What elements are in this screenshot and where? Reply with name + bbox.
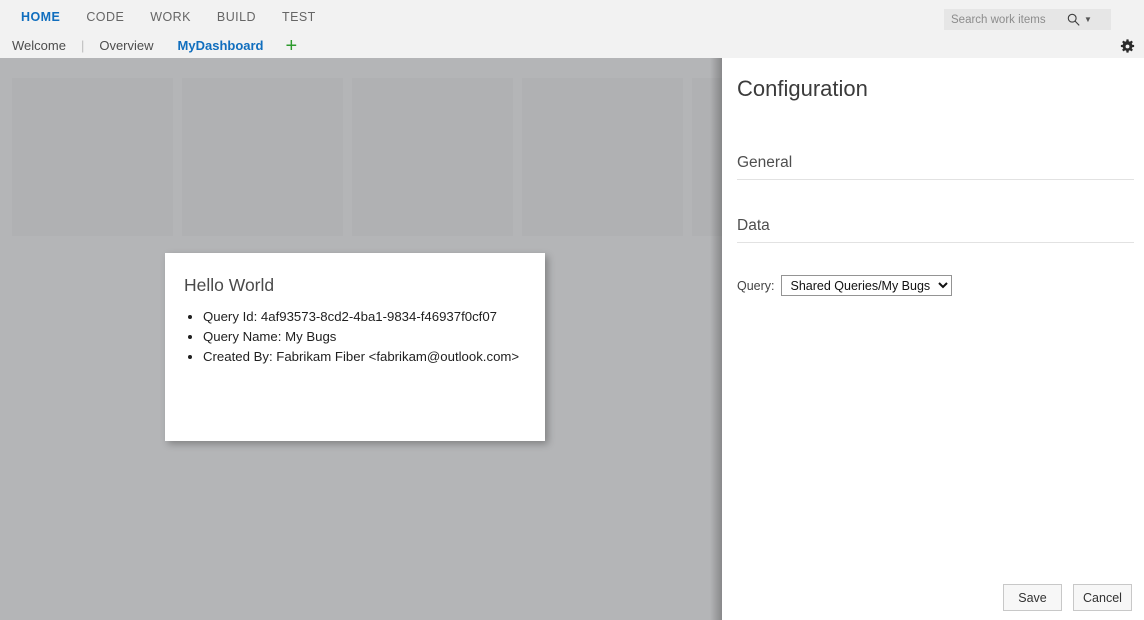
widget-title: Hello World <box>165 253 545 296</box>
primary-nav: HOME CODE WORK BUILD TEST <box>8 0 329 34</box>
dashboard-tab-list: Welcome | Overview MyDashboard + <box>0 34 307 58</box>
placeholder-tile <box>522 78 683 236</box>
nav-item-work[interactable]: WORK <box>137 0 204 34</box>
section-header-general: General <box>737 154 1134 180</box>
nav-item-code[interactable]: CODE <box>73 0 137 34</box>
widget-created-by: Created By: Fabrikam Fiber <fabrikam@out… <box>203 347 545 366</box>
panel-title: Configuration <box>722 58 1144 102</box>
search-input[interactable] <box>944 10 1065 29</box>
dashboard-canvas: Hello World Query Id: 4af93573-8cd2-4ba1… <box>0 58 722 620</box>
gear-icon[interactable] <box>1115 35 1139 57</box>
cancel-button[interactable]: Cancel <box>1073 584 1132 611</box>
placeholder-tile <box>692 78 722 236</box>
top-navigation-bar: HOME CODE WORK BUILD TEST ▼ <box>0 0 1144 34</box>
query-select[interactable]: Shared Queries/My Bugs <box>781 275 952 296</box>
dashboard-tab-overview[interactable]: Overview <box>87 34 165 58</box>
placeholder-tile <box>182 78 343 236</box>
dashboard-tab-welcome[interactable]: Welcome <box>0 34 78 58</box>
query-field-row: Query: Shared Queries/My Bugs <box>737 275 1144 296</box>
placeholder-tile <box>12 78 173 236</box>
nav-item-test[interactable]: TEST <box>269 0 329 34</box>
panel-footer: Save Cancel <box>1003 584 1132 611</box>
placeholder-tile <box>352 78 513 236</box>
nav-item-home[interactable]: HOME <box>8 0 73 34</box>
widget-detail-list: Query Id: 4af93573-8cd2-4ba1-9834-f46937… <box>165 307 545 366</box>
dashboard-tab-mydashboard[interactable]: MyDashboard <box>166 34 276 58</box>
save-button[interactable]: Save <box>1003 584 1062 611</box>
placeholder-tile-row <box>12 78 722 236</box>
nav-item-build[interactable]: BUILD <box>204 0 269 34</box>
dashboard-tab-bar: Welcome | Overview MyDashboard + <box>0 34 1144 58</box>
search-icon[interactable] <box>1065 12 1081 28</box>
widget-query-id: Query Id: 4af93573-8cd2-4ba1-9834-f46937… <box>203 307 545 326</box>
chevron-down-icon[interactable]: ▼ <box>1081 12 1095 28</box>
widget-query-name: Query Name: My Bugs <box>203 327 545 346</box>
tab-separator: | <box>78 34 87 58</box>
add-dashboard-button[interactable]: + <box>276 36 308 56</box>
hello-world-widget[interactable]: Hello World Query Id: 4af93573-8cd2-4ba1… <box>165 253 545 441</box>
query-field-label: Query: <box>737 279 775 293</box>
configuration-panel: Configuration General Data Query: Shared… <box>722 58 1144 620</box>
search-box[interactable]: ▼ <box>944 9 1111 30</box>
section-header-data: Data <box>737 217 1134 243</box>
